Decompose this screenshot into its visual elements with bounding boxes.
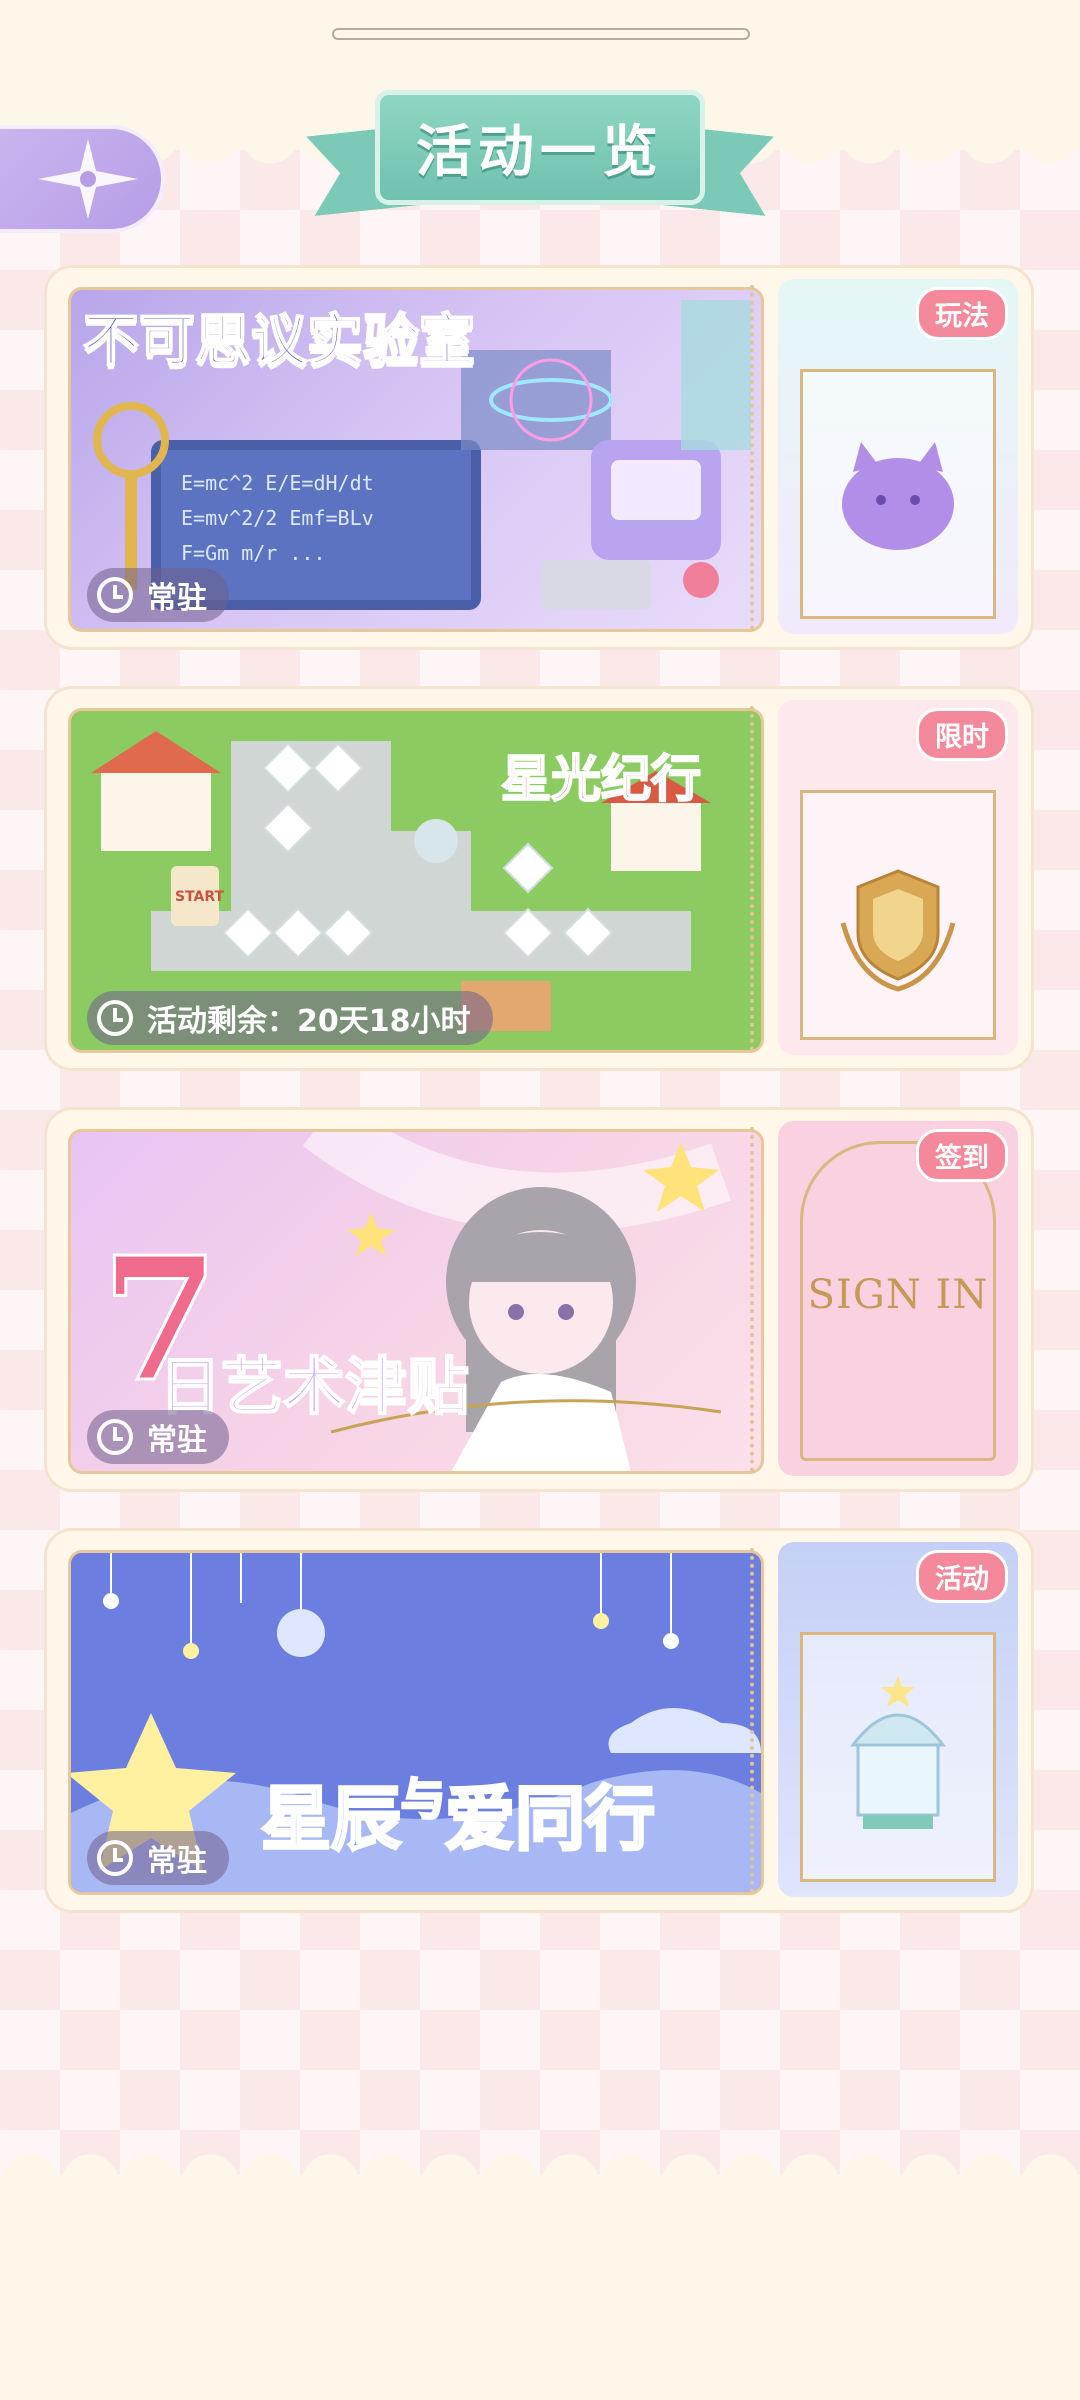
- ticket-divider: [750, 1548, 754, 1893]
- sign-in-text: SIGN IN: [807, 1272, 989, 1318]
- stub-frame: [800, 369, 996, 619]
- svg-text:E=mv^2/2 Emf=BLv: E=mv^2/2 Emf=BLv: [181, 506, 374, 530]
- purple-cat-plush-icon: [842, 442, 954, 550]
- back-button[interactable]: [0, 125, 165, 233]
- activity-stub[interactable]: 限时: [778, 700, 1018, 1055]
- activity-banner[interactable]: 7 日艺术津贴 常驻: [68, 1129, 764, 1474]
- clock-icon: [97, 1840, 133, 1876]
- activity-card-art-allowance[interactable]: 7 日艺术津贴 常驻 SIGN IN 签到: [44, 1107, 1034, 1492]
- stub-frame: [800, 1632, 996, 1882]
- bottom-scallop-border: [0, 2153, 1080, 2400]
- activity-banner[interactable]: E=mc^2 E/E=dH/dt E=mv^2/2 Emf=BLv F=Gm m…: [68, 287, 764, 632]
- ticket-divider: [750, 706, 754, 1051]
- activity-card-stars-love[interactable]: 星辰与爱同行 常驻 活动: [44, 1528, 1034, 1913]
- status-badge: 常驻: [87, 1831, 229, 1885]
- status-text: 活动剩余：20天18小时: [147, 1004, 471, 1039]
- svg-text:F=Gm m/r ...: F=Gm m/r ...: [181, 541, 326, 565]
- activity-tag: 限时: [916, 708, 1008, 761]
- activity-tag: 签到: [916, 1129, 1008, 1182]
- title-ribbon: 活动一览: [310, 90, 770, 230]
- star-compass-icon: [37, 139, 138, 219]
- ticket-divider: [750, 1127, 754, 1472]
- ribbon-body: 活动一览: [375, 90, 705, 205]
- clock-icon: [97, 1419, 133, 1455]
- activity-stub[interactable]: 活动: [778, 1542, 1018, 1897]
- clock-icon: [97, 1000, 133, 1036]
- crest-badge-icon: [840, 869, 956, 992]
- title-part-love: 爱: [444, 1777, 517, 1862]
- activity-banner[interactable]: START 星光纪行 活动剩余：20天18小时: [68, 708, 764, 1053]
- activity-card-starlight[interactable]: START 星光纪行 活动剩余：20天18小时 限时: [44, 686, 1034, 1071]
- activity-stub[interactable]: 玩法: [778, 279, 1018, 634]
- status-badge: 常驻: [87, 568, 229, 622]
- title-part-and: 与: [400, 1773, 447, 1827]
- activity-stub[interactable]: SIGN IN 签到: [778, 1121, 1018, 1476]
- svg-text:E=mc^2 E/E=dH/dt: E=mc^2 E/E=dH/dt: [181, 471, 374, 495]
- stub-frame: SIGN IN: [800, 1141, 996, 1461]
- page-title: 活动一览: [416, 120, 664, 185]
- status-text: 常驻: [147, 581, 207, 616]
- status-badge: 常驻: [87, 1410, 229, 1464]
- board-start-label: START: [175, 889, 225, 905]
- title-part-stars: 星辰: [260, 1777, 403, 1862]
- stub-frame: [800, 790, 996, 1040]
- activity-title: 不可思议实验室: [82, 308, 476, 375]
- activity-tag: 玩法: [916, 287, 1008, 340]
- activity-tag: 活动: [916, 1550, 1008, 1603]
- gazebo-icon: [849, 1675, 947, 1829]
- status-badge: 活动剩余：20天18小时: [87, 991, 493, 1045]
- status-text: 常驻: [147, 1423, 207, 1458]
- status-text: 常驻: [147, 1844, 207, 1879]
- activity-title: 星辰与爱同行: [260, 1763, 657, 1864]
- ticket-divider: [750, 285, 754, 630]
- activity-card-lab[interactable]: E=mc^2 E/E=dH/dt E=mv^2/2 Emf=BLv F=Gm m…: [44, 265, 1034, 650]
- home-indicator[interactable]: [332, 28, 750, 40]
- activity-banner[interactable]: 星辰与爱同行 常驻: [68, 1550, 764, 1895]
- title-part-together: 同行: [514, 1777, 657, 1862]
- activity-title: 星光纪行: [500, 749, 702, 809]
- clock-icon: [97, 577, 133, 613]
